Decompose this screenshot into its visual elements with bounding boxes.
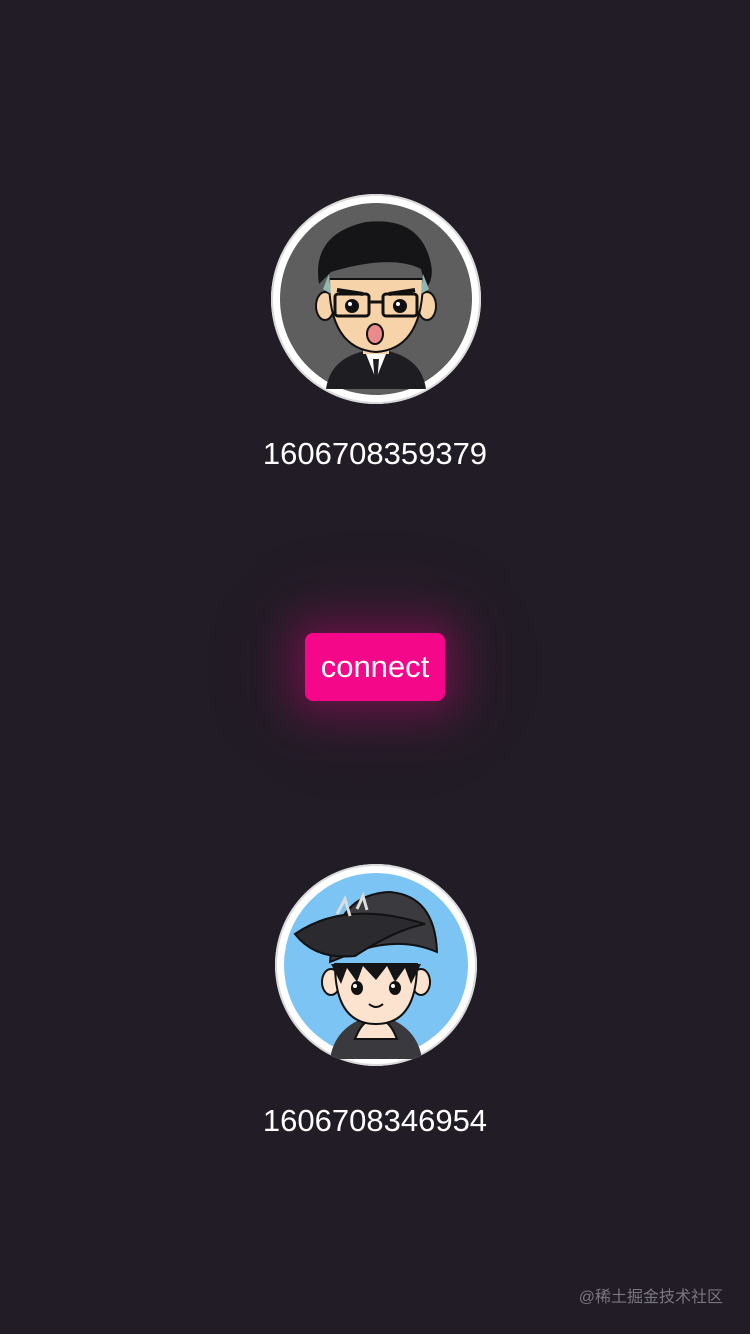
boy-with-glasses-avatar-icon <box>280 203 472 395</box>
connect-button[interactable]: connect <box>305 633 445 701</box>
watermark-text: @稀土掘金技术社区 <box>578 1289 723 1306</box>
callee-id: 1606708346954 <box>262 1103 488 1138</box>
caller-avatar <box>271 194 481 404</box>
caller-id: 1606708359379 <box>262 436 488 471</box>
callee-avatar <box>275 864 477 1066</box>
boy-with-cap-avatar-icon <box>284 873 468 1059</box>
